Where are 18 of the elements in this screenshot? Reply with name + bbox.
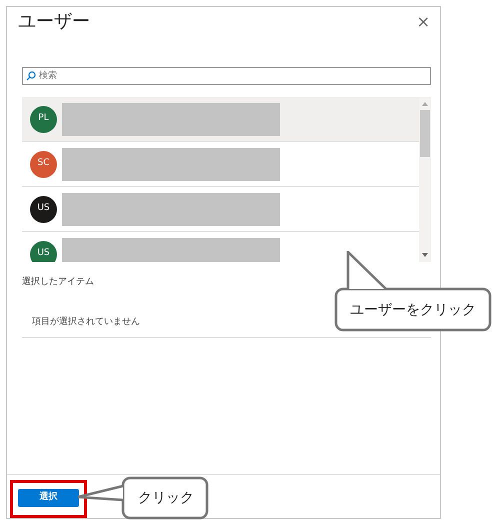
close-button[interactable]: ×: [416, 14, 430, 30]
select-button[interactable]: 選択: [18, 489, 79, 507]
callout-text: ユーザーをクリック: [350, 301, 476, 320]
section-heading: 選択したアイテム: [22, 276, 94, 289]
scrollbar[interactable]: [419, 97, 431, 262]
scroll-down-icon[interactable]: [422, 253, 428, 257]
search-icon: [26, 71, 36, 81]
search-field[interactable]: 検索: [22, 67, 431, 85]
user-avatar: US: [30, 196, 57, 222]
user-avatar: US: [30, 240, 57, 262]
empty-message: 項目が選択されていません: [32, 316, 140, 326]
user-row[interactable]: PL: [22, 97, 419, 142]
user-avatar: PL: [30, 106, 57, 132]
panel-title: ユーザー: [18, 10, 90, 34]
scroll-up-icon[interactable]: [422, 102, 428, 106]
callout-text: クリック: [138, 489, 194, 508]
user-avatar: SC: [30, 150, 57, 178]
scrollbar-thumb[interactable]: [420, 110, 430, 157]
